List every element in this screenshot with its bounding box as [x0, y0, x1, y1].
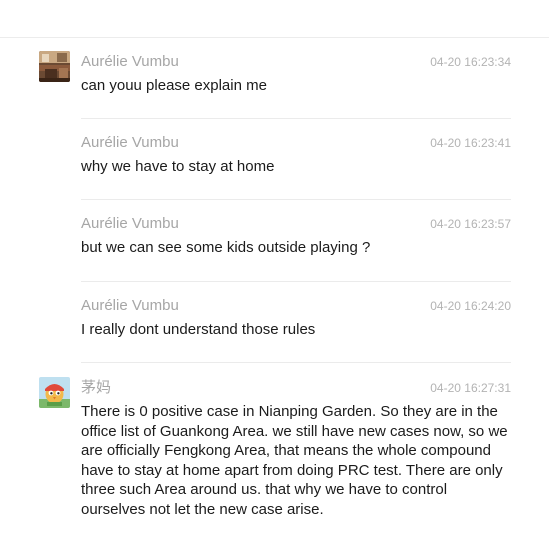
- message-divider: [81, 118, 511, 119]
- room-photo-icon: [39, 51, 70, 82]
- cartoon-bird-icon: [39, 377, 70, 408]
- message-text: can youu please explain me: [81, 77, 267, 94]
- message-time: 04-20 16:23:34: [430, 55, 511, 69]
- message-text: There is 0 positive case in Nianping Gar…: [81, 403, 508, 518]
- sender-name[interactable]: Aurélie Vumbu: [81, 297, 179, 315]
- sender-name[interactable]: Aurélie Vumbu: [81, 134, 179, 152]
- message-text: but we can see some kids outside playing…: [81, 239, 371, 256]
- message-time: 04-20 16:23:57: [430, 217, 511, 231]
- message-time: 04-20 16:23:41: [430, 136, 511, 150]
- sender-name[interactable]: 茅妈: [81, 379, 111, 397]
- message-text: I really dont understand those rules: [81, 321, 316, 338]
- message-time: 04-20 16:24:20: [430, 299, 511, 313]
- message-divider: [81, 281, 511, 282]
- message-text: why we have to stay at home: [81, 158, 275, 175]
- avatar[interactable]: [39, 377, 70, 408]
- avatar[interactable]: [39, 51, 70, 82]
- sender-name[interactable]: Aurélie Vumbu: [81, 215, 179, 233]
- message-time: 04-20 16:27:31: [430, 381, 511, 395]
- top-divider: [0, 37, 549, 38]
- message-divider: [81, 362, 511, 363]
- message-divider: [81, 199, 511, 200]
- sender-name[interactable]: Aurélie Vumbu: [81, 53, 179, 71]
